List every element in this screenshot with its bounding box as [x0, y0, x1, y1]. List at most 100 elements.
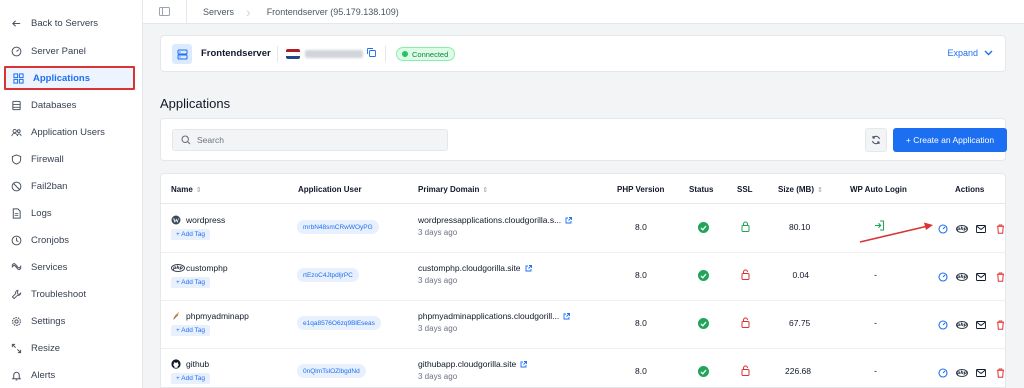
- primary-domain-link[interactable]: phpmyadminapplications.cloudgorill...: [418, 311, 571, 321]
- external-link-icon: [520, 361, 528, 368]
- connection-status-label: Connected: [412, 49, 449, 59]
- primary-domain: customphp.cloudgorilla.site: [418, 263, 521, 273]
- copy-icon[interactable]: [367, 48, 376, 59]
- row-actions: php: [937, 223, 1005, 235]
- server-name: Frontendserver: [201, 48, 271, 59]
- sidebar-item-applications[interactable]: Applications: [4, 66, 135, 90]
- sidebar-item-label: Logs: [31, 207, 52, 219]
- sidebar-toggle-icon[interactable]: [143, 0, 187, 24]
- php-settings-icon[interactable]: php: [956, 271, 968, 283]
- php-settings-icon[interactable]: php: [956, 367, 968, 379]
- sidebar-item-label: Resize: [31, 342, 61, 354]
- breadcrumb-servers[interactable]: Servers: [187, 7, 246, 17]
- refresh-button[interactable]: [865, 128, 887, 152]
- applications-icon: [12, 72, 24, 84]
- sidebar-item-resize[interactable]: Resize: [4, 336, 135, 360]
- sidebar-item-settings[interactable]: Settings: [4, 309, 135, 333]
- php-version: 8.0: [635, 366, 647, 376]
- php-icon: php: [171, 263, 185, 273]
- app-name[interactable]: customphp: [186, 263, 228, 273]
- sidebar-item-cronjobs[interactable]: Cronjobs: [4, 228, 135, 252]
- breadcrumb: Servers › Frontendserver (95.179.138.109…: [143, 0, 1024, 24]
- column-header-status: Status: [689, 185, 714, 194]
- sidebar-item-troubleshoot[interactable]: Troubleshoot: [4, 282, 135, 306]
- expand-button[interactable]: Expand: [947, 48, 993, 58]
- deployed-ago: 3 days ago: [418, 324, 458, 333]
- add-tag-button[interactable]: + Add Tag: [171, 373, 210, 384]
- wp-auto-login: -: [874, 270, 877, 280]
- table-row: php customphp + Add Tag rtEzoC4JtpdljrPC…: [161, 253, 1005, 301]
- app-name[interactable]: wordpress: [186, 215, 225, 225]
- bell-icon: [10, 369, 22, 381]
- dashboard-icon[interactable]: [937, 367, 949, 379]
- arrow-left-icon: [10, 17, 22, 29]
- app-name[interactable]: phpmyadminapp: [186, 311, 249, 321]
- sidebar-item-databases[interactable]: Databases: [4, 93, 135, 117]
- add-tag-button[interactable]: + Add Tag: [171, 277, 210, 288]
- external-link-icon: [563, 313, 571, 320]
- dashboard-icon[interactable]: [937, 319, 949, 331]
- sidebar-item-server-panel[interactable]: Server Panel: [4, 39, 135, 63]
- primary-domain-link[interactable]: wordpressapplications.cloudgorilla.s...: [418, 215, 573, 225]
- sidebar-item-label: Settings: [31, 315, 66, 327]
- app-name[interactable]: github: [186, 359, 209, 369]
- create-application-button[interactable]: + Create an Application: [893, 128, 1007, 152]
- sidebar-item-alerts[interactable]: Alerts: [4, 363, 135, 387]
- primary-domain-link[interactable]: customphp.cloudgorilla.site: [418, 263, 532, 273]
- app-user-badge: e1qa8576O6zq9BlEseas: [297, 316, 381, 330]
- app-size: 0.04: [792, 270, 809, 280]
- expand-label: Expand: [947, 48, 978, 58]
- column-header-actions: Actions: [955, 185, 985, 194]
- add-tag-button[interactable]: + Add Tag: [171, 229, 210, 240]
- netherlands-flag-icon: [286, 49, 300, 59]
- primary-domain-link[interactable]: githubapp.cloudgorilla.site: [418, 359, 528, 369]
- github-icon: [171, 359, 181, 369]
- breadcrumb-current-server: Frontendserver (95.179.138.109): [266, 6, 399, 17]
- ssl-disabled-icon: [741, 317, 750, 330]
- table-row: phpmyadminapp + Add Tag e1qa8576O6zq9BlE…: [161, 301, 1005, 349]
- email-icon[interactable]: [975, 271, 987, 283]
- delete-icon[interactable]: [994, 223, 1005, 235]
- delete-icon[interactable]: [994, 271, 1005, 283]
- sidebar-item-label: Back to Servers: [31, 17, 99, 29]
- table-header: Name ⇕ Application User Primary Domain ⇕ P…: [161, 174, 1005, 204]
- app-size: 226.68: [785, 366, 811, 376]
- sidebar-item-fail2ban[interactable]: Fail2ban: [4, 174, 135, 198]
- sort-icon: ⇕: [195, 187, 202, 194]
- sidebar-item-label: Firewall: [31, 153, 64, 165]
- sidebar-item-back-to-servers[interactable]: Back to Servers: [4, 11, 135, 35]
- add-tag-button[interactable]: + Add Tag: [171, 325, 210, 336]
- dashboard-icon[interactable]: [937, 223, 949, 235]
- sidebar-item-services[interactable]: Services: [4, 255, 135, 279]
- page-title: Applications: [160, 96, 231, 111]
- sort-icon: ⇕: [482, 187, 489, 194]
- deployed-ago: 3 days ago: [418, 228, 458, 237]
- php-settings-icon[interactable]: php: [956, 223, 968, 235]
- database-icon: [10, 99, 22, 111]
- column-header-size[interactable]: Size (MB) ⇕: [778, 185, 823, 194]
- wp-auto-login-icon[interactable]: [874, 220, 885, 233]
- divider: [277, 46, 278, 62]
- column-header-name[interactable]: Name ⇕: [171, 185, 202, 194]
- column-header-domain[interactable]: Primary Domain ⇕: [418, 185, 488, 194]
- row-actions: php: [937, 271, 1005, 283]
- server-icon: [172, 44, 192, 64]
- sidebar-item-label: Troubleshoot: [31, 288, 87, 300]
- delete-icon[interactable]: [994, 319, 1005, 331]
- search-input[interactable]: [197, 135, 437, 145]
- divider: [385, 46, 386, 62]
- email-icon[interactable]: [975, 319, 987, 331]
- delete-icon[interactable]: [994, 367, 1005, 379]
- email-icon[interactable]: [975, 367, 987, 379]
- row-actions: php: [937, 319, 1005, 331]
- sidebar-item-firewall[interactable]: Firewall: [4, 147, 135, 171]
- services-icon: [10, 261, 22, 273]
- row-actions: php: [937, 367, 1005, 379]
- status-dot: [402, 51, 408, 57]
- sidebar-item-application-users[interactable]: Application Users: [4, 120, 135, 144]
- dashboard-icon[interactable]: [937, 271, 949, 283]
- email-icon[interactable]: [975, 223, 987, 235]
- app-user-badge: 0nQlmTslOZlbgdNd: [297, 364, 366, 378]
- sidebar-item-logs[interactable]: Logs: [4, 201, 135, 225]
- php-settings-icon[interactable]: php: [956, 319, 968, 331]
